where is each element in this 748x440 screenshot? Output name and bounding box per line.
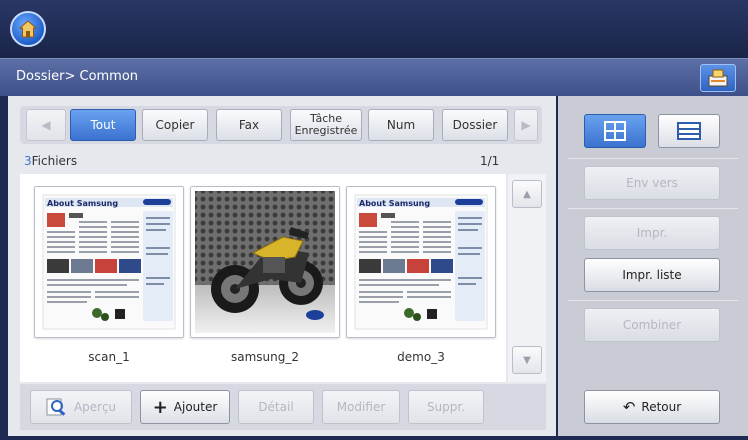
back-label: Retour (641, 400, 682, 414)
tab-all[interactable]: Tout (70, 109, 136, 141)
document-preview: About Samsung (35, 187, 183, 337)
breadcrumb: Dossier> Common (16, 69, 139, 84)
thumbnail-label: scan_1 (88, 350, 130, 364)
scroll-down-button[interactable]: ▼ (512, 346, 542, 374)
scroll-up-button[interactable]: ▲ (512, 180, 542, 208)
thumbnail-grid: About Samsung scan_1 samsung_2 About Sam… (20, 174, 506, 382)
job-status-icon (708, 69, 728, 87)
tab-stored-job[interactable]: Tâche Enregistrée (290, 109, 362, 141)
preview-button[interactable]: Aperçu (30, 390, 132, 424)
grid-view-icon (604, 121, 626, 141)
thumbnail-scan-1[interactable]: About Samsung (34, 186, 184, 338)
filter-tabs: ◀ Tout Copier Fax Tâche Enregistrée Num … (20, 106, 542, 144)
scroll-up-icon: ▲ (523, 188, 531, 200)
home-button[interactable] (10, 11, 46, 47)
print-list-button[interactable]: Impr. liste (584, 258, 720, 292)
scroll-down-icon: ▼ (523, 354, 531, 366)
doc-title: About Samsung (47, 199, 118, 208)
file-count: 3Fichiers (24, 154, 77, 168)
job-status-button[interactable] (700, 64, 736, 92)
add-button[interactable]: + Ajouter (140, 390, 230, 424)
thumbnail-demo-3[interactable]: About Samsung (346, 186, 496, 338)
path-bar: Dossier> Common (0, 58, 748, 96)
thumbnail-samsung-2[interactable] (190, 186, 340, 338)
action-bar: Aperçu + Ajouter Détail Modifier Suppr. (20, 384, 546, 430)
divider (568, 300, 738, 301)
doc-title: About Samsung (359, 199, 430, 208)
document-preview: About Samsung (347, 187, 495, 337)
plus-icon: + (152, 396, 168, 418)
top-bar (0, 0, 748, 58)
scrollbar[interactable]: ▲ ▼ (508, 174, 546, 382)
preview-label: Aperçu (73, 400, 117, 414)
magnifier-icon (46, 398, 66, 416)
tab-copy[interactable]: Copier (142, 109, 208, 141)
delete-button[interactable]: Suppr. (408, 390, 484, 424)
tabs-next-button[interactable]: ▶ (514, 109, 538, 141)
thumbnail-label: demo_3 (397, 350, 445, 364)
bottom-edge (0, 436, 748, 440)
tab-stored-job-line2: Enregistrée (294, 124, 358, 137)
file-count-number: 3 (24, 154, 32, 168)
arrow-right-icon: ▶ (521, 118, 531, 132)
image-preview (191, 187, 339, 337)
combine-button[interactable]: Combiner (584, 308, 720, 342)
grid-view-button[interactable] (584, 114, 646, 148)
file-count-label: Fichiers (31, 154, 78, 168)
divider (568, 208, 738, 209)
tab-folder[interactable]: Dossier (442, 109, 508, 141)
side-panel: Env vers Impr. Impr. liste Combiner ↶ Re… (558, 96, 748, 440)
detail-button[interactable]: Détail (238, 390, 314, 424)
home-icon (18, 20, 38, 38)
thumbnail-label: samsung_2 (230, 350, 299, 364)
modify-button[interactable]: Modifier (322, 390, 400, 424)
divider (568, 158, 738, 159)
file-browser-panel: ◀ Tout Copier Fax Tâche Enregistrée Num … (8, 96, 556, 436)
arrow-left-icon: ◀ (41, 118, 51, 132)
tab-fax[interactable]: Fax (216, 109, 282, 141)
undo-icon: ↶ (622, 398, 636, 416)
print-button[interactable]: Impr. (584, 216, 720, 250)
send-to-button[interactable]: Env vers (584, 166, 720, 200)
page-indicator: 1/1 (480, 154, 500, 168)
tabs-prev-button[interactable]: ◀ (26, 109, 66, 141)
tab-scan[interactable]: Num (368, 109, 434, 141)
list-view-icon (677, 122, 701, 140)
list-view-button[interactable] (658, 114, 720, 148)
add-label: Ajouter (173, 400, 218, 414)
back-button[interactable]: ↶ Retour (584, 390, 720, 424)
